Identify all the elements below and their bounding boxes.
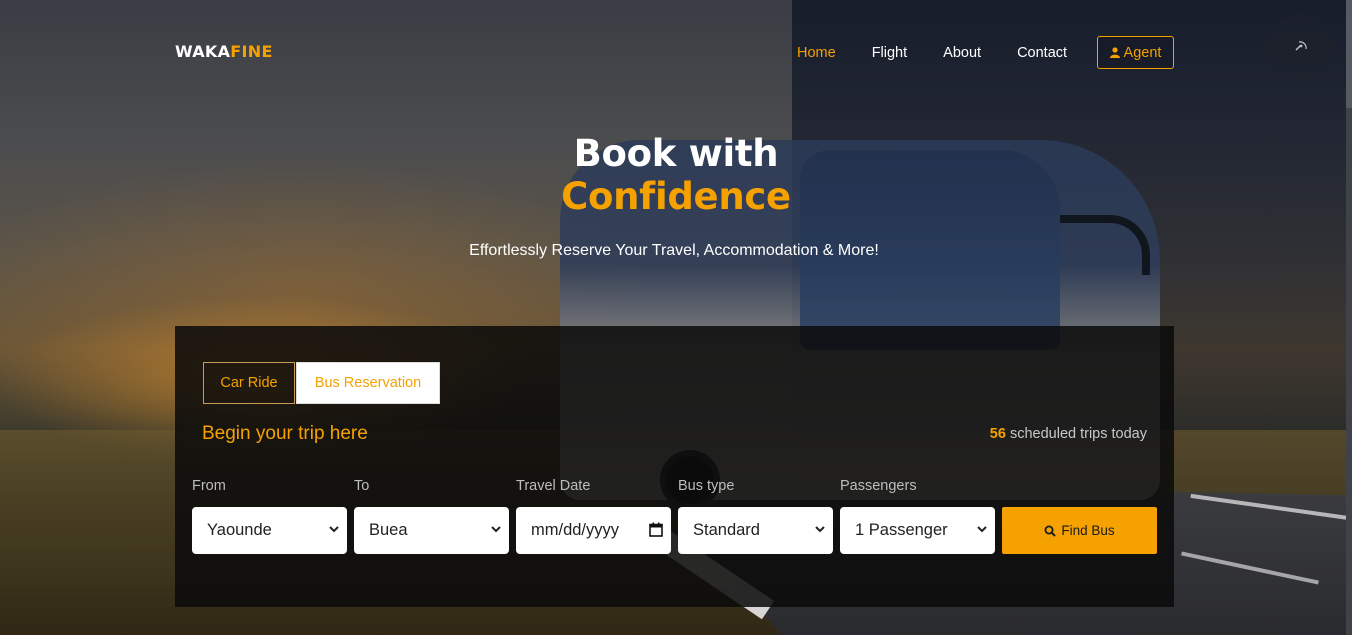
agent-button-label: Agent <box>1123 44 1162 61</box>
trips-count: 56 <box>989 426 1006 442</box>
chevron-down-icon <box>329 526 339 533</box>
page-scrollbar[interactable] <box>1346 0 1352 635</box>
nav-about[interactable]: About <box>943 45 981 61</box>
user-icon <box>1109 47 1120 58</box>
chevron-down-icon <box>815 526 825 533</box>
hero-subtitle: Effortlessly Reserve Your Travel, Accomm… <box>469 242 879 259</box>
chevron-down-icon <box>977 526 987 533</box>
satellite-icon <box>1295 41 1307 51</box>
find-bus-button[interactable]: Find Bus <box>1002 507 1157 554</box>
scheduled-trips-text: 56 scheduled trips today <box>990 426 1147 442</box>
bus-type-label: Bus type <box>678 478 735 494</box>
to-label: To <box>354 478 370 494</box>
nav-contact[interactable]: Contact <box>1017 45 1067 61</box>
from-select[interactable]: Yaounde <box>192 507 347 554</box>
passengers-label: Passengers <box>840 478 917 494</box>
search-icon <box>1044 525 1057 537</box>
floating-widget[interactable] <box>1268 14 1334 80</box>
brand-logo-part2: FINE <box>230 42 273 61</box>
travel-date-placeholder: mm/dd/yyyy <box>531 521 620 539</box>
calendar-icon[interactable] <box>649 522 663 537</box>
bus-type-select-value: Standard <box>693 521 760 539</box>
passengers-select-value: 1 Passenger <box>855 521 948 539</box>
to-select-value: Buea <box>369 521 408 539</box>
tab-car-ride[interactable]: Car Ride <box>203 362 295 404</box>
trips-label: scheduled trips today <box>1009 426 1147 442</box>
brand-logo[interactable]: WAKAFINE <box>175 42 273 61</box>
agent-button[interactable]: Agent <box>1097 36 1174 69</box>
from-label: From <box>192 478 226 494</box>
travel-date-input[interactable]: mm/dd/yyyy <box>516 507 671 554</box>
hero-title: Book with Confidence <box>0 132 1352 218</box>
passengers-select[interactable]: 1 Passenger <box>840 507 995 554</box>
scrollbar-thumb[interactable] <box>1346 0 1352 108</box>
booking-heading: Begin your trip here <box>202 423 368 444</box>
hero-title-line1: Book with <box>573 132 779 175</box>
travel-date-label: Travel Date <box>516 478 591 494</box>
brand-logo-part1: WAKA <box>175 42 231 61</box>
bus-type-select[interactable]: Standard <box>678 507 833 554</box>
booking-panel: Car Ride Bus Reservation Begin your trip… <box>175 326 1174 607</box>
find-bus-label: Find Bus <box>1061 523 1115 538</box>
nav-flight[interactable]: Flight <box>872 45 907 61</box>
from-select-value: Yaounde <box>207 521 272 539</box>
tab-bus-reservation[interactable]: Bus Reservation <box>296 362 440 404</box>
to-select[interactable]: Buea <box>354 507 509 554</box>
main-nav: Home Flight About Contact <box>797 36 1103 69</box>
chevron-down-icon <box>491 526 501 533</box>
hero-title-line2: Confidence <box>561 175 791 218</box>
nav-home[interactable]: Home <box>797 45 836 61</box>
